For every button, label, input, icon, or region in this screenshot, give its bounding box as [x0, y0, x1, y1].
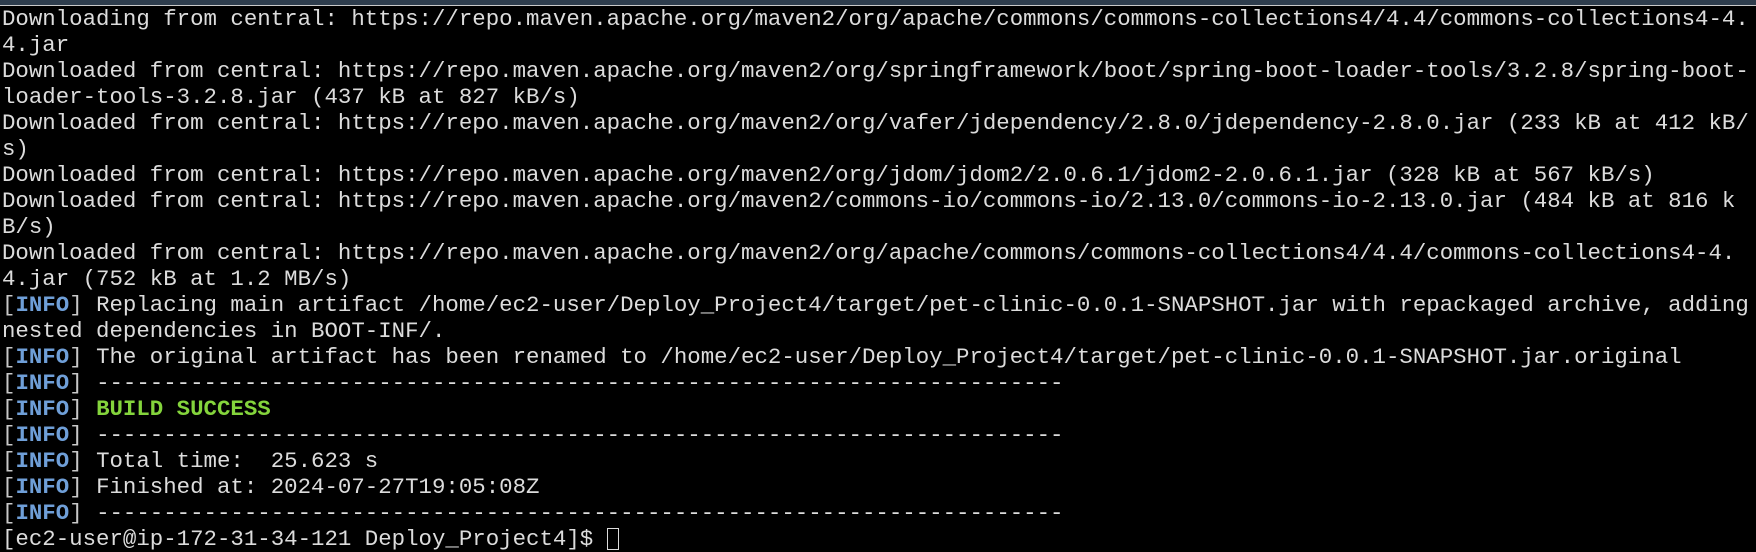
info-tag: INFO [15, 500, 70, 526]
log-line: Downloaded from central: https://repo.ma… [2, 240, 1736, 292]
terminal-output[interactable]: Downloading from central: https://repo.m… [2, 6, 1750, 552]
info-text: The original artifact has been renamed t… [96, 344, 1682, 370]
info-line: [INFO] The original artifact has been re… [2, 344, 1682, 370]
separator: ----------------------------------------… [96, 370, 1064, 396]
info-tag: INFO [15, 474, 70, 500]
build-status: BUILD SUCCESS [96, 396, 271, 422]
info-line: [INFO] Finished at: 2024-07-27T19:05:08Z [2, 474, 540, 500]
info-line: [INFO] ---------------------------------… [2, 422, 1064, 448]
info-tag: INFO [15, 344, 70, 370]
info-tag: INFO [15, 448, 70, 474]
info-tag: INFO [15, 370, 70, 396]
info-line: [INFO] BUILD SUCCESS [2, 396, 271, 422]
info-line: [INFO] Replacing main artifact /home/ec2… [2, 292, 1750, 344]
info-line: [INFO] ---------------------------------… [2, 370, 1064, 396]
log-line: Downloading from central: https://repo.m… [2, 6, 1749, 58]
info-text: Replacing main artifact /home/ec2-user/D… [2, 292, 1749, 344]
log-line: Downloaded from central: https://repo.ma… [2, 110, 1749, 162]
shell-prompt: [ec2-user@ip-172-31-34-121 Deploy_Projec… [2, 526, 607, 552]
prompt-line[interactable]: [ec2-user@ip-172-31-34-121 Deploy_Projec… [2, 526, 1750, 552]
total-time: Total time: 25.623 s [96, 448, 379, 474]
separator: ----------------------------------------… [96, 422, 1064, 448]
log-line: Downloaded from central: https://repo.ma… [2, 188, 1736, 240]
log-line: Downloaded from central: https://repo.ma… [2, 58, 1749, 110]
info-line: [INFO] ---------------------------------… [2, 500, 1064, 526]
info-tag: INFO [15, 292, 70, 318]
separator: ----------------------------------------… [96, 500, 1064, 526]
info-tag: INFO [15, 396, 70, 422]
info-tag: INFO [15, 422, 70, 448]
log-line: Downloaded from central: https://repo.ma… [2, 162, 1655, 188]
info-line: [INFO] Total time: 25.623 s [2, 448, 379, 474]
finished-at: Finished at: 2024-07-27T19:05:08Z [96, 474, 540, 500]
